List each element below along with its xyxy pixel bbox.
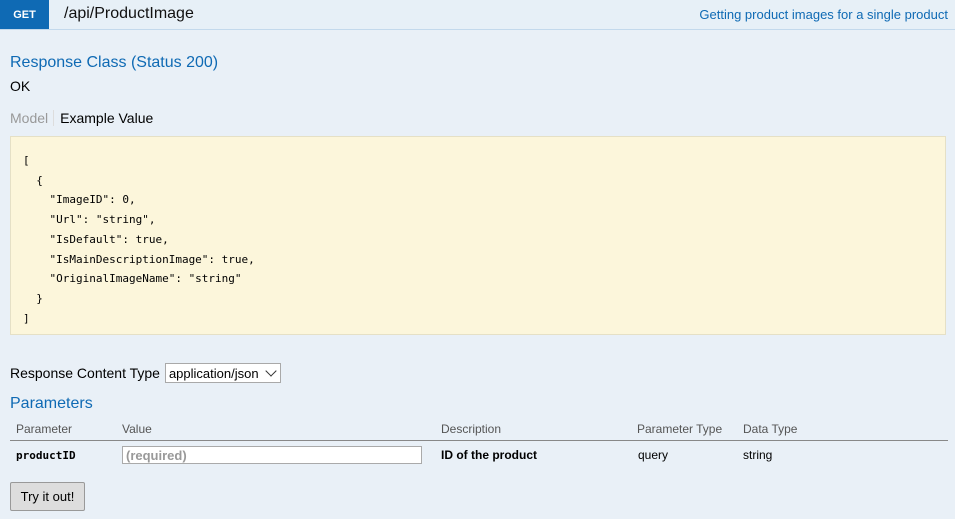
try-it-out-button[interactable]: Try it out! <box>10 482 85 511</box>
content-type-select[interactable]: application/json <box>164 363 281 383</box>
tab-example-value[interactable]: Example Value <box>54 110 153 126</box>
tab-model[interactable]: Model <box>10 110 55 126</box>
operation-summary-link[interactable]: Getting product images for a single prod… <box>699 7 948 22</box>
header-parameter-type: Parameter Type <box>637 422 723 436</box>
header-data-type: Data Type <box>743 422 798 436</box>
chevron-down-icon <box>264 365 277 377</box>
response-class-title: Response Class (Status 200) <box>10 54 219 71</box>
content-type-label: Response Content Type <box>10 365 160 381</box>
parameters-title: Parameters <box>10 395 93 412</box>
productid-input[interactable] <box>122 446 422 464</box>
response-status-text: OK <box>10 78 31 94</box>
endpoint-path[interactable]: /api/ProductImage <box>64 5 194 23</box>
example-json: [ { "ImageID": 0, "Url": "string", "IsDe… <box>23 154 255 325</box>
operation-header[interactable]: GET /api/ProductImage Getting product im… <box>0 0 955 30</box>
method-badge[interactable]: GET <box>0 0 49 29</box>
example-value-box[interactable]: [ { "ImageID": 0, "Url": "string", "IsDe… <box>10 136 946 335</box>
header-parameter: Parameter <box>16 422 73 436</box>
response-tabs: Model Example Value <box>10 110 153 126</box>
header-value: Value <box>122 422 152 436</box>
header-description: Description <box>441 422 502 436</box>
parameters-table-header: Parameter Value Description Parameter Ty… <box>10 420 948 441</box>
param-description: ID of the product <box>441 448 537 462</box>
param-type: query <box>638 448 669 462</box>
content-type-selected: application/json <box>168 365 259 381</box>
param-name: productID <box>16 449 76 462</box>
param-data-type: string <box>743 448 773 462</box>
response-content-type: Response Content Type application/json <box>10 363 281 383</box>
table-row: productID ID of the product query string <box>10 446 948 468</box>
